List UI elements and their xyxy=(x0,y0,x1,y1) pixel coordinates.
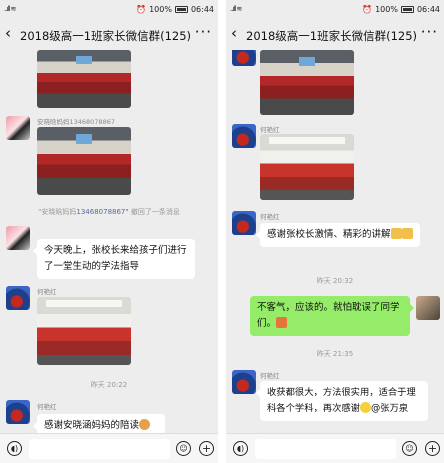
more-icon[interactable]: ··· xyxy=(195,23,212,41)
sender-name: 何艳红 xyxy=(37,288,57,296)
chat-photo[interactable] xyxy=(260,134,354,200)
status-bar: ..ıll ≋ ⏰ 100% 06:44 xyxy=(226,0,444,20)
plus-icon[interactable]: + xyxy=(425,441,440,456)
chat-header: ‹ 2018级高一1班家长微信群(125) ··· xyxy=(226,20,444,50)
voice-icon[interactable]: ◖) xyxy=(7,441,22,456)
message-list[interactable]: 安晓晗妈妈13468078867 "安晓晗妈妈13468078867" 撤回了一… xyxy=(0,50,218,433)
emoji-icon[interactable]: ☺ xyxy=(176,441,191,456)
sender-name: 何艳红 xyxy=(260,213,280,221)
avatar[interactable] xyxy=(232,370,256,394)
chat-title: 2018级高一1班家长微信群(125) xyxy=(20,29,192,43)
avatar[interactable] xyxy=(6,116,30,140)
sender-name: 安晓晗妈妈13468078867 xyxy=(37,118,115,126)
message-bubble[interactable]: 收获都很大，方法很实用，适合于理科各个学科，再次感谢 @张万泉 xyxy=(256,381,428,421)
sender-name: 何艳红 xyxy=(37,403,57,411)
message-bubble[interactable]: 今天晚上，张校长来给孩子们进行了一堂生动的学法指导 xyxy=(33,239,195,279)
alarm-icon: ⏰ xyxy=(362,5,373,14)
recall-phone[interactable]: 13468078867" xyxy=(76,208,128,216)
voice-icon[interactable]: ◖) xyxy=(233,441,248,456)
status-bar: ..ıll ≋ ⏰ 100% 06:44 xyxy=(0,0,218,20)
recall-notice: "安晓晗妈妈13468078867" 撤回了一条消息 xyxy=(0,207,218,217)
avatar[interactable] xyxy=(6,400,30,424)
signal-icon: ..ıll ≋ xyxy=(230,5,242,13)
back-arrow-icon[interactable]: ‹ xyxy=(231,24,237,42)
signal-icon: ..ıll ≋ xyxy=(4,5,16,13)
input-bar: ◖) ☺ + xyxy=(0,433,218,463)
avatar[interactable] xyxy=(232,211,256,235)
chat-header: ‹ 2018级高一1班家长微信群(125) ··· xyxy=(0,20,218,50)
thumbs-up-emoji-icon xyxy=(401,228,413,239)
chat-photo[interactable] xyxy=(37,297,131,365)
plus-icon[interactable]: + xyxy=(199,441,214,456)
right-chat-screen: ..ıll ≋ ⏰ 100% 06:44 ‹ 2018级高一1班家长微信群(12… xyxy=(226,0,444,463)
recall-sender: "安晓晗妈妈 xyxy=(38,208,77,216)
message-bubble-self[interactable]: 不客气，应该的。就怕耽误了同学们。 xyxy=(250,296,414,336)
clock: 06:44 xyxy=(416,5,440,14)
sender-name: 何艳红 xyxy=(260,372,280,380)
message-list[interactable]: 何艳红 何艳红 感谢张校长激情、精彩的讲解 昨天 20:32 不客气，应该的。就… xyxy=(226,50,444,433)
alarm-icon: ⏰ xyxy=(136,5,147,14)
bread-emoji-icon xyxy=(139,419,151,430)
avatar[interactable] xyxy=(6,286,30,310)
rose-emoji-icon xyxy=(276,317,288,328)
avatar[interactable] xyxy=(232,50,256,66)
message-text: 感谢张校长激情、精彩的讲解 xyxy=(267,229,391,240)
message-bubble[interactable]: 感谢安晓涵妈妈的陪读 xyxy=(33,414,165,433)
message-bubble[interactable]: 感谢张校长激情、精彩的讲解 xyxy=(256,223,420,247)
battery-percent: 100% xyxy=(149,5,172,14)
avatar[interactable] xyxy=(6,226,30,250)
back-arrow-icon[interactable]: ‹ xyxy=(5,24,11,42)
message-text: 感谢安晓涵妈妈的陪读 xyxy=(44,420,140,431)
message-input[interactable] xyxy=(29,439,170,459)
message-input[interactable] xyxy=(255,439,396,459)
timestamp: 昨天 20:22 xyxy=(90,381,128,389)
screenshot-pair: ..ıll ≋ ⏰ 100% 06:44 ‹ 2018级高一1班家长微信群(12… xyxy=(0,0,444,463)
chat-photo[interactable] xyxy=(37,127,131,195)
timestamp: 昨天 20:32 xyxy=(316,277,354,285)
battery-percent: 100% xyxy=(375,5,398,14)
avatar[interactable] xyxy=(232,124,256,148)
more-icon[interactable]: ··· xyxy=(421,23,438,41)
input-bar: ◖) ☺ + xyxy=(226,433,444,463)
chat-photo[interactable] xyxy=(37,50,131,108)
battery-icon xyxy=(174,6,188,13)
thumbs-up-emoji-icon xyxy=(390,228,402,239)
mention: 张万泉 xyxy=(380,403,409,414)
clock: 06:44 xyxy=(190,5,214,14)
divider xyxy=(218,0,226,463)
emoji-icon[interactable]: ☺ xyxy=(402,441,417,456)
left-chat-screen: ..ıll ≋ ⏰ 100% 06:44 ‹ 2018级高一1班家长微信群(12… xyxy=(0,0,218,463)
recall-text: 撤回了一条消息 xyxy=(130,208,180,216)
timestamp: 昨天 21:35 xyxy=(316,350,354,358)
battery-icon xyxy=(400,6,414,13)
sender-name: 何艳红 xyxy=(260,126,280,134)
chat-title: 2018级高一1班家长微信群(125) xyxy=(246,29,418,43)
smile-emoji-icon xyxy=(359,402,371,413)
avatar[interactable] xyxy=(416,296,440,320)
chat-photo[interactable] xyxy=(260,50,354,115)
